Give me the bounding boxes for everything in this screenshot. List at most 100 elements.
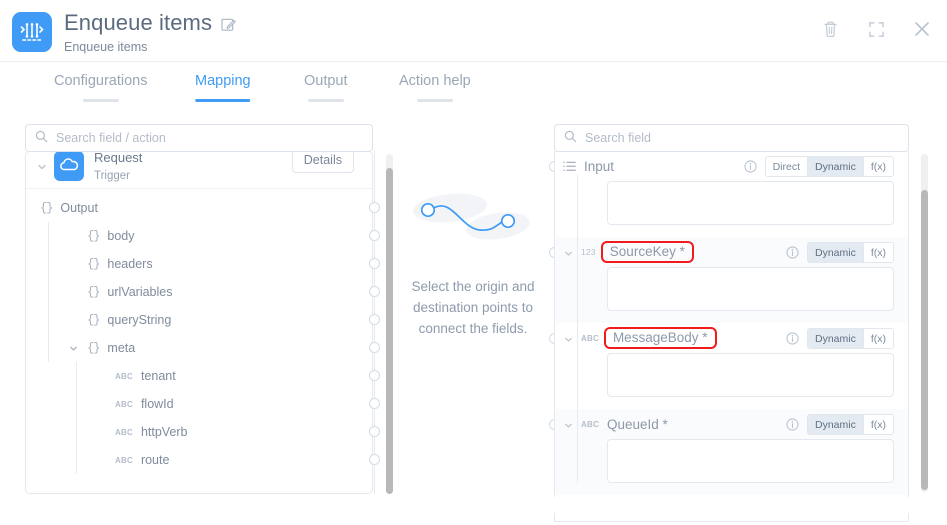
tree-item-httpverb[interactable]: ABChttpVerb: [26, 418, 372, 446]
tree-item-flowid[interactable]: ABC flowId: [26, 390, 372, 418]
tree-item-querystring[interactable]: {}queryString: [26, 306, 372, 334]
field-type-icon: {}: [87, 229, 99, 243]
connector-node[interactable]: [369, 202, 380, 213]
field-controls: Dynamicf(x): [786, 242, 894, 263]
field-value-input[interactable]: [607, 353, 894, 397]
target-search-input[interactable]: [585, 131, 908, 145]
info-icon[interactable]: [786, 246, 799, 259]
field-header[interactable]: Input DirectDynamicf(x): [555, 151, 908, 181]
tab-action-help[interactable]: Action help: [399, 73, 471, 102]
scrollbar-thumb[interactable]: [921, 190, 928, 490]
chevron-down-icon[interactable]: [563, 246, 575, 258]
field-type-icon: {}: [40, 201, 52, 215]
tab-underline: [195, 99, 251, 102]
trash-icon[interactable]: [819, 18, 841, 40]
tree-guide-line: [76, 362, 77, 474]
connector-node[interactable]: [369, 286, 380, 297]
field-label: MessageBody *: [604, 327, 717, 349]
tree-item-body[interactable]: {}body: [26, 222, 372, 250]
tree-item-label: queryString: [107, 313, 171, 327]
tree-item-urlvariables[interactable]: {}urlVariables: [26, 278, 372, 306]
connector-node[interactable]: [369, 370, 380, 381]
field-type-icon: {}: [87, 257, 99, 271]
connector-node[interactable]: [369, 398, 380, 409]
tree-item-meta[interactable]: {}meta: [26, 334, 372, 362]
target-panel-scrollbar[interactable]: [921, 154, 928, 492]
tree-item-label: urlVariables: [107, 285, 172, 299]
search-icon: [35, 130, 48, 148]
connector-node[interactable]: [369, 314, 380, 325]
info-icon[interactable]: [744, 160, 757, 173]
mode-option[interactable]: f(x): [864, 329, 893, 348]
field-value-input[interactable]: [607, 439, 894, 483]
connector-node[interactable]: [369, 426, 380, 437]
source-connector-rail: [364, 151, 384, 494]
field-header[interactable]: 123SourceKey *Dynamicf(x): [555, 237, 908, 267]
chevron-down-icon[interactable]: [68, 343, 79, 354]
field-header[interactable]: ABC MessageBody * Dynamicf(x): [555, 323, 908, 353]
tree-item-label: flowId: [141, 397, 174, 411]
field-type-icon: ABC: [581, 334, 599, 343]
scrollbar-thumb[interactable]: [386, 168, 393, 494]
mode-option[interactable]: f(x): [864, 243, 893, 262]
source-search-box[interactable]: [25, 124, 373, 152]
field-mode-switch: Dynamicf(x): [807, 414, 894, 435]
trigger-row[interactable]: Request Trigger Details: [26, 151, 372, 189]
field-type-icon: ABC: [115, 400, 133, 409]
field-type-icon: ABC: [115, 428, 133, 437]
mode-option[interactable]: Dynamic: [808, 157, 864, 176]
mapping-stage: Request Trigger Details {}Output{}body{}…: [0, 109, 947, 513]
expand-icon[interactable]: [865, 18, 887, 40]
mode-option[interactable]: Direct: [766, 157, 808, 176]
mode-option[interactable]: Dynamic: [808, 415, 864, 434]
field-header[interactable]: ABCQueueId *Dynamicf(x): [555, 409, 908, 439]
header-actions: [819, 18, 933, 40]
chevron-down-icon[interactable]: [563, 418, 575, 430]
field-controls: DirectDynamicf(x): [744, 156, 894, 177]
details-button[interactable]: Details: [292, 151, 354, 173]
mapping-hint: Select the origin and destination points…: [398, 151, 548, 494]
field-value-input[interactable]: [607, 267, 894, 311]
tab-output[interactable]: Output: [304, 73, 348, 102]
tab-label: Mapping: [195, 73, 251, 89]
chevron-down-icon[interactable]: [563, 332, 575, 344]
field-value-input[interactable]: [607, 181, 894, 225]
tree-item-tenant[interactable]: ABCtenant: [26, 362, 372, 390]
field-guide-line: [577, 175, 578, 483]
tab-underline: [83, 99, 119, 102]
field-mode-switch: DirectDynamicf(x): [765, 156, 894, 177]
trigger-name: Request: [94, 151, 142, 165]
close-icon[interactable]: [911, 18, 933, 40]
connector-node[interactable]: [369, 258, 380, 269]
tree-item-label: meta: [107, 341, 135, 355]
tab-underline: [308, 99, 344, 102]
tab-label: Output: [304, 73, 348, 89]
chevron-down-icon[interactable]: [36, 160, 48, 172]
edit-pencil-icon[interactable]: [221, 17, 236, 32]
tree-item-headers[interactable]: {}headers: [26, 250, 372, 278]
tab-mapping[interactable]: Mapping: [195, 73, 251, 102]
info-icon[interactable]: [786, 418, 799, 431]
tree-item-output[interactable]: {}Output: [26, 194, 372, 222]
target-search-box[interactable]: [554, 124, 909, 152]
target-fields-panel: InputDirectDynamicf(x)123SourceKey *Dyna…: [554, 151, 909, 522]
mode-option[interactable]: f(x): [864, 415, 893, 434]
mapping-hint-text: Select the origin and destination points…: [398, 276, 548, 339]
connector-node[interactable]: [369, 454, 380, 465]
connector-node[interactable]: [369, 230, 380, 241]
source-panel-scrollbar[interactable]: [386, 154, 393, 494]
mode-option[interactable]: Dynamic: [808, 329, 864, 348]
tree-item-route[interactable]: ABCroute: [26, 446, 372, 474]
field-type-icon: [563, 161, 576, 172]
page-title: Enqueue items: [64, 10, 212, 36]
field-controls: Dynamicf(x): [786, 328, 894, 349]
source-search-input[interactable]: [56, 131, 372, 145]
trigger-subtitle: Trigger: [94, 170, 142, 183]
tab-configurations[interactable]: Configurations: [54, 73, 148, 102]
tab-bar: Configurations Mapping Output Action hel…: [0, 62, 947, 109]
connector-node[interactable]: [369, 342, 380, 353]
mode-option[interactable]: Dynamic: [808, 243, 864, 262]
field-label: Input: [584, 159, 614, 174]
info-icon[interactable]: [786, 332, 799, 345]
mode-option[interactable]: f(x): [864, 157, 893, 176]
